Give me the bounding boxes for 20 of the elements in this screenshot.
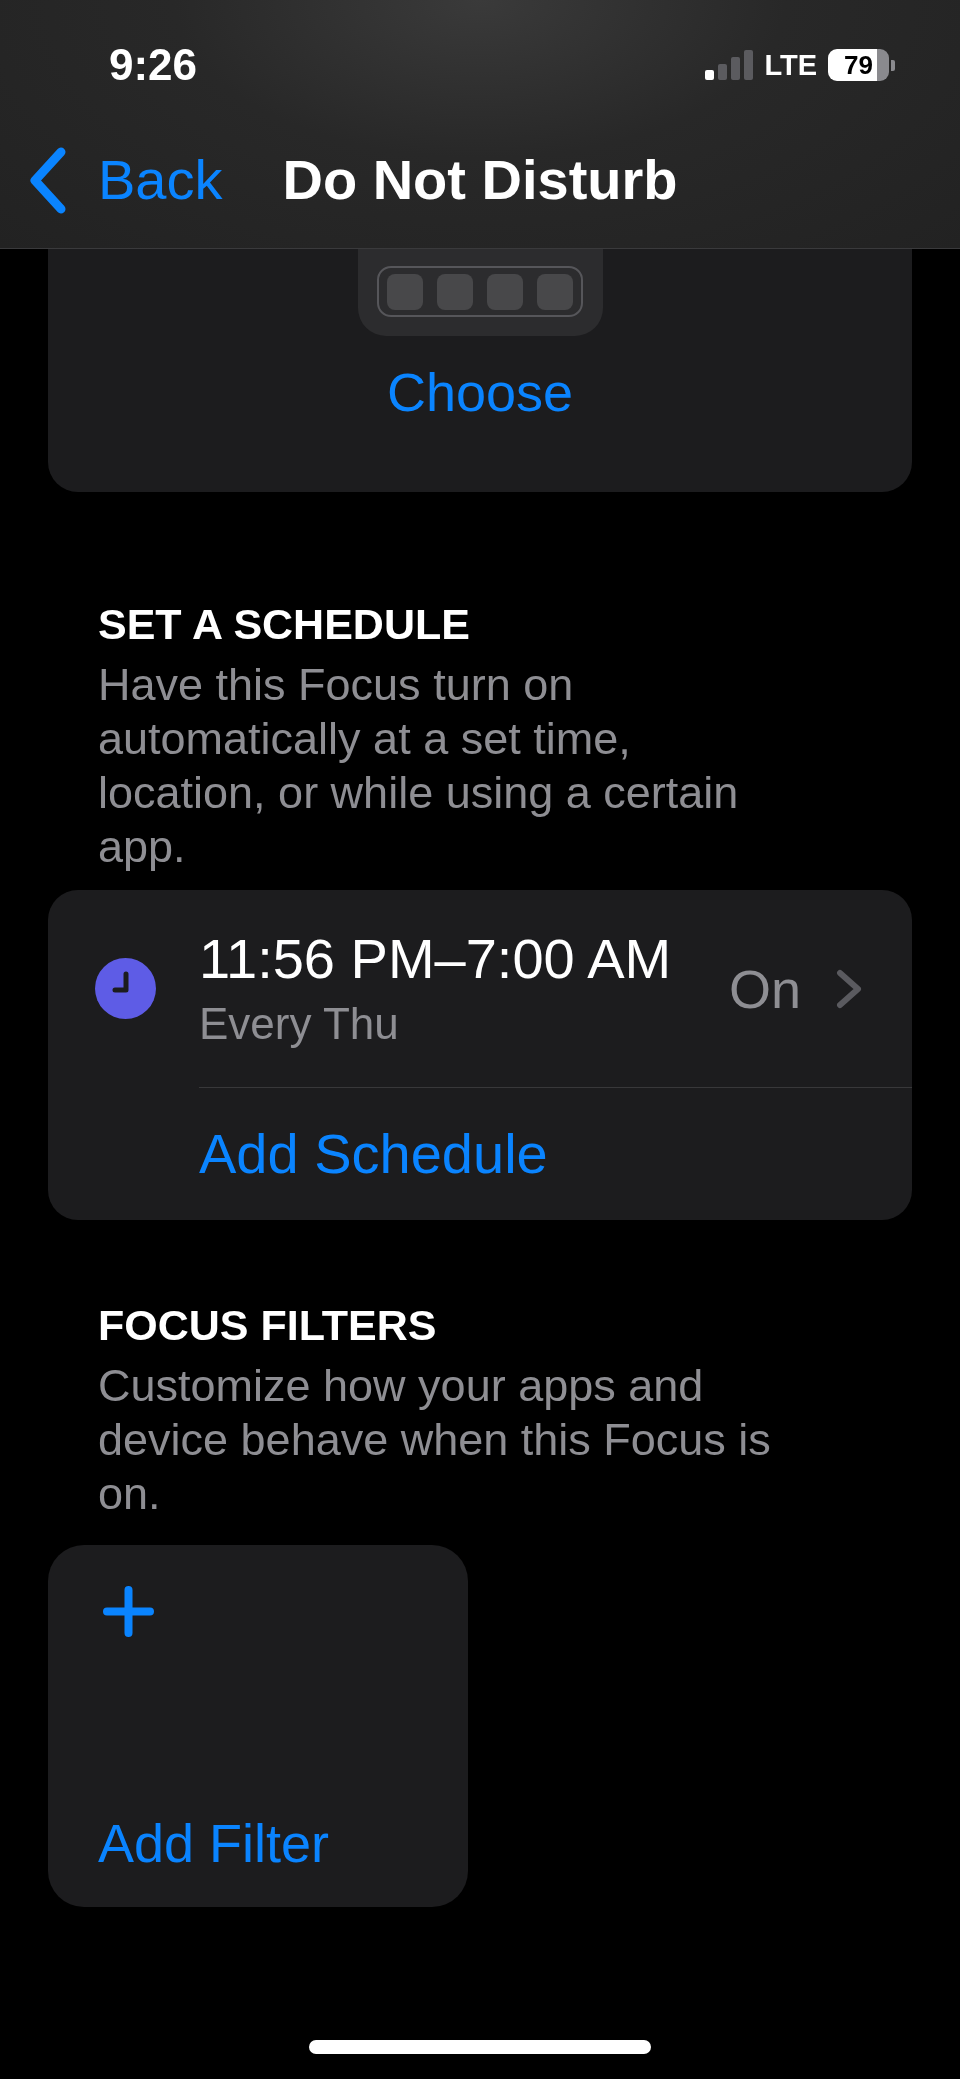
plus-icon xyxy=(103,1586,154,1637)
schedule-status: On xyxy=(728,958,801,1019)
schedule-time-range: 11:56 PM–7:00 AM xyxy=(199,928,673,989)
add-schedule-button[interactable]: Add Schedule xyxy=(199,1124,548,1184)
section-heading: FOCUS FILTERS xyxy=(98,1301,437,1349)
schedule-repeat-text: Every Thu xyxy=(199,998,399,1049)
add-filter-button[interactable]: Add Filter xyxy=(48,1545,468,1907)
back-button[interactable]: Back xyxy=(28,146,223,214)
battery-percentage: 79 xyxy=(828,49,889,81)
section-heading: SET A SCHEDULE xyxy=(98,600,470,648)
choose-button[interactable]: Choose xyxy=(386,362,574,422)
network-type: LTE xyxy=(764,49,817,81)
chevron-right-icon xyxy=(836,968,862,1009)
clock-icon xyxy=(95,958,156,1019)
back-chevron-icon xyxy=(28,146,67,214)
status-time: 9:26 xyxy=(109,39,198,91)
navigation-title: Do Not Disturb xyxy=(282,148,678,212)
section-description: Have this Focus turn on automatically at a set time, location, or while using a certain app. xyxy=(98,658,740,874)
section-description: Customize how your apps and device behave when this Focus is on. xyxy=(98,1359,772,1521)
signal-strength-icon xyxy=(705,50,754,80)
